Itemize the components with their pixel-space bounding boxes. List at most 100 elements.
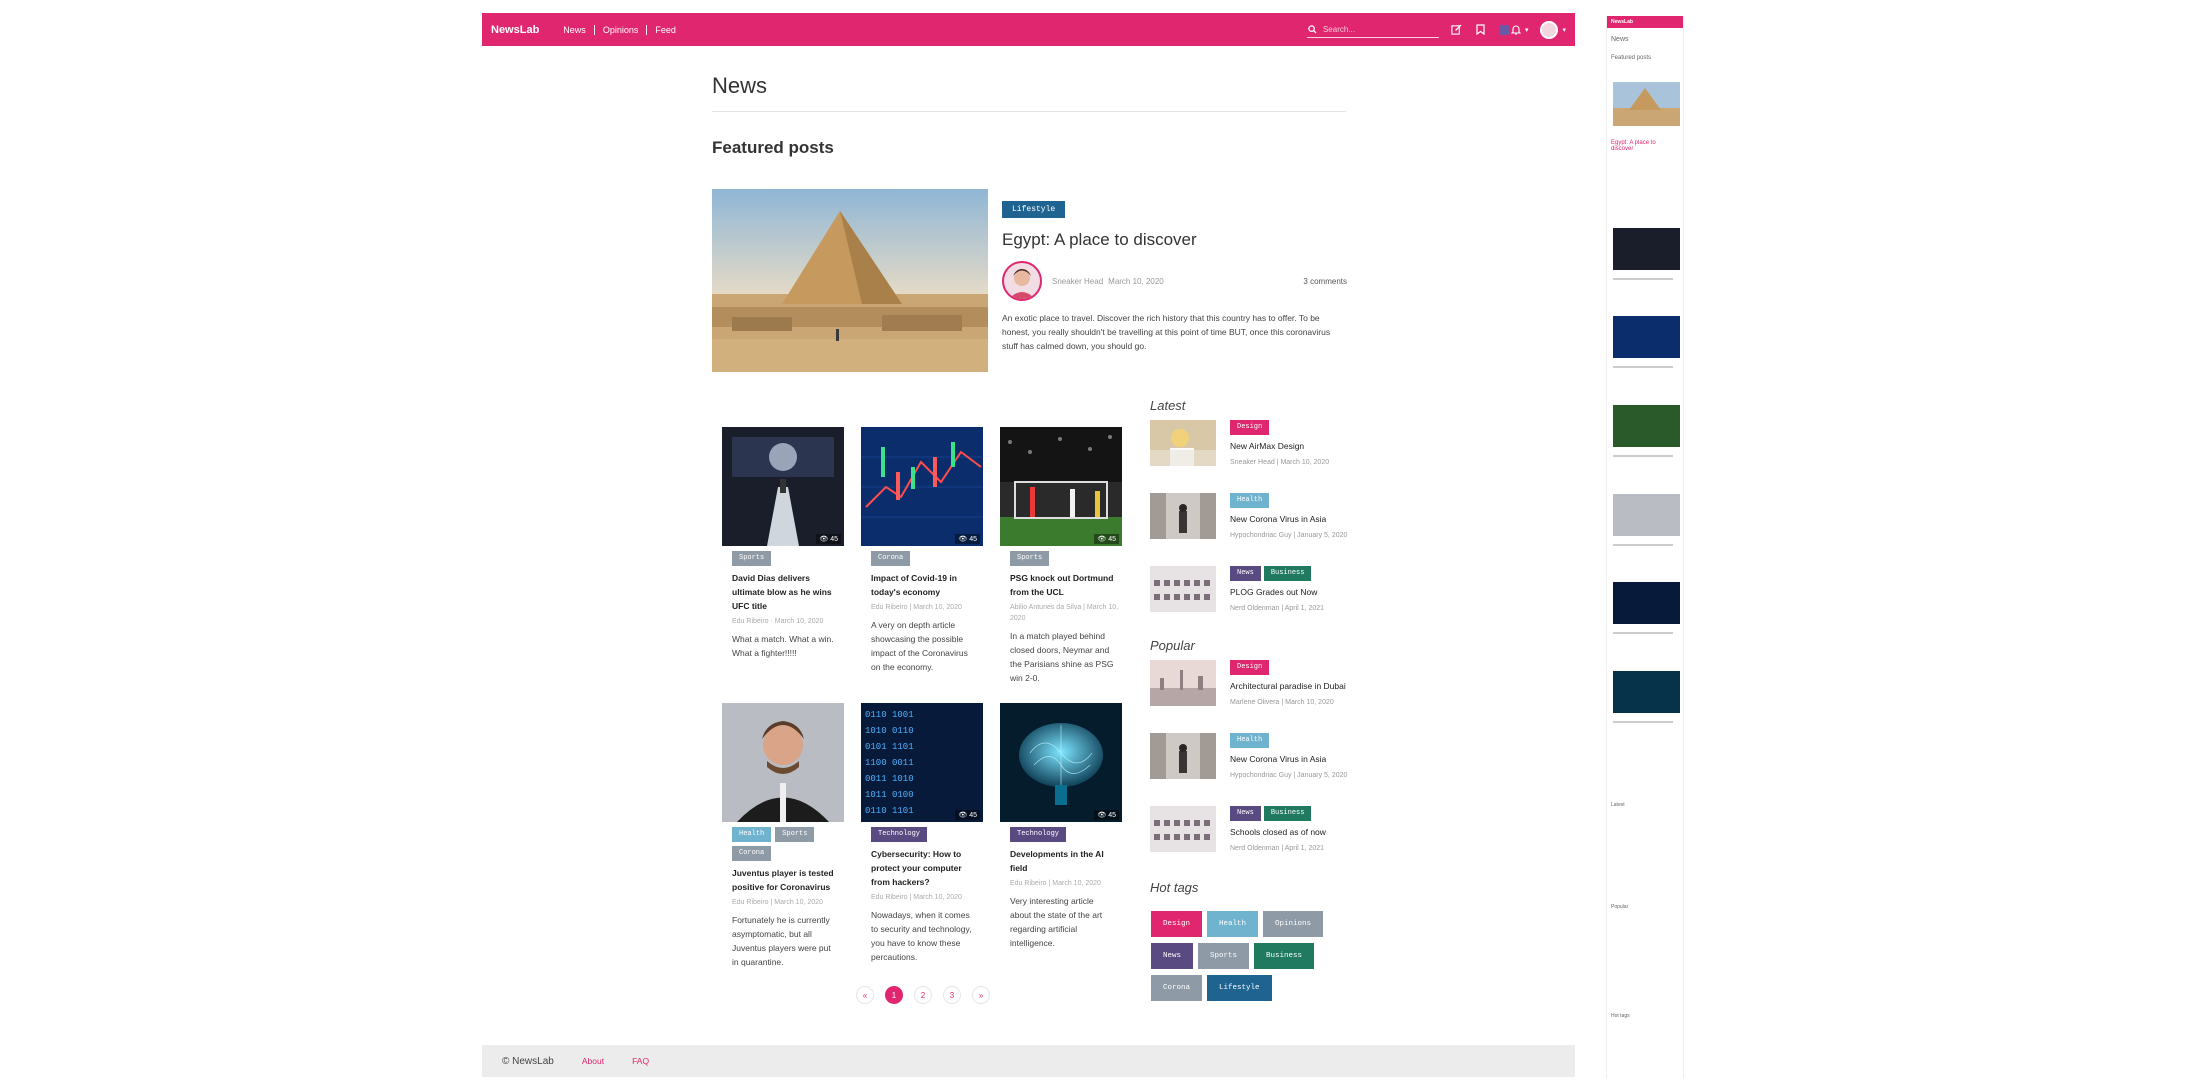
article-meta: Edu Ribeiro | March 10, 2020 [871,604,962,611]
tag-news[interactable]: News [1230,806,1261,821]
article-image[interactable]: 👁 45 [722,427,844,546]
article-title[interactable]: PSG knock out Dortmund from the UCL [1000,571,1122,599]
tag-sports[interactable]: Sports [1010,551,1050,566]
search-input[interactable] [1322,24,1435,34]
tag-corona[interactable]: Corona [871,551,911,566]
hot-tags-heading: Hot tags [1150,880,1199,895]
article-card[interactable]: 👁 45 Sports David Dias delivers ultimate… [722,427,844,660]
avatar [1540,20,1559,39]
tag-design[interactable]: Design [1230,420,1270,435]
article-tags: Health Sports Corona [722,827,844,861]
nav-link-feed[interactable]: Feed [647,25,684,35]
preview-text-line [1613,632,1673,634]
views-count: 👁 45 [816,534,841,544]
tag-sports[interactable]: Sports [732,551,772,566]
svg-text:0101 1101: 0101 1101 [865,742,914,752]
featured-author[interactable]: Sneaker Head [1052,277,1103,286]
pagination-page-3[interactable]: 3 [943,986,961,1004]
article-card[interactable]: 0110 1001 1010 0110 0101 1101 1100 0011 0011… [861,703,983,964]
svg-text:1011 0100: 1011 0100 [865,790,914,800]
footer-copyright: © NewsLab [502,1055,554,1067]
popular-title[interactable]: Architectural paradise in Dubai [1230,680,1346,693]
pagination-prev[interactable]: « [856,986,874,1004]
hot-tag-business[interactable]: Business [1254,943,1315,969]
brand-logo[interactable]: NewsLab [491,24,539,36]
pagination-page-1[interactable]: 1 [885,986,903,1004]
article-card[interactable]: 👁 45 Technology Developments in the AI f… [1000,703,1122,950]
preview-article-image [1613,582,1680,624]
author-avatar[interactable] [1002,261,1042,301]
tag-sports[interactable]: Sports [775,827,815,842]
tag-health[interactable]: Health [1230,493,1270,508]
tag-technology[interactable]: Technology [1010,827,1067,842]
hot-tag-sports[interactable]: Sports [1198,943,1250,969]
tag-corona[interactable]: Corona [732,846,772,861]
article-title[interactable]: Developments in the AI field [1000,847,1122,875]
latest-item[interactable]: Design New AirMax Design Sneaker Head | … [1150,420,1350,468]
popular-thumb[interactable] [1150,660,1216,706]
tag-lifestyle[interactable]: Lifestyle [1002,201,1066,218]
article-image[interactable]: 👁 45 [1000,703,1122,822]
article-image[interactable]: 0110 1001 1010 0110 0101 1101 1100 0011 0011… [861,703,983,822]
article-meta: Edu Ribeiro | March 10, 2020 [732,899,823,906]
article-image[interactable] [722,703,844,822]
featured-image[interactable] [712,189,988,372]
user-menu[interactable]: ▾ [1540,20,1566,39]
popular-item[interactable]: Design Architectural paradise in Dubai M… [1150,660,1350,708]
article-title[interactable]: David Dias delivers ultimate blow as he … [722,571,844,613]
edit-icon[interactable] [1451,24,1463,36]
tag-news[interactable]: News [1230,566,1261,581]
pagination-page-2[interactable]: 2 [914,986,932,1004]
featured-title[interactable]: Egypt: A place to discover [1002,230,1347,250]
hot-tag-lifestyle[interactable]: Lifestyle [1207,975,1272,1001]
article-card[interactable]: 👁 45 Sports PSG knock out Dortmund from … [1000,427,1122,685]
article-card[interactable]: 👁 45 Corona Impact of Covid-19 in today'… [861,427,983,674]
popular-item[interactable]: News Business Schools closed as of now N… [1150,806,1350,854]
article-title[interactable]: Juventus player is tested positive for C… [722,866,844,894]
article-image[interactable]: 👁 45 [1000,427,1122,546]
nav-link-opinions[interactable]: Opinions [595,24,648,35]
popular-title[interactable]: New Corona Virus in Asia [1230,753,1347,766]
footer-link-about[interactable]: About [582,1056,604,1066]
popular-thumb[interactable] [1150,806,1216,852]
hot-tag-news[interactable]: News [1151,943,1194,969]
latest-thumb[interactable] [1150,493,1216,539]
comments-count[interactable]: 3 comments [1303,277,1347,286]
footer-link-faq[interactable]: FAQ [632,1056,649,1066]
latest-item[interactable]: Health New Corona Virus in Asia Hypochon… [1150,493,1350,541]
tag-health[interactable]: Health [1230,733,1270,748]
article-title[interactable]: Impact of Covid-19 in today's economy [861,571,983,599]
latest-thumb[interactable] [1150,420,1216,466]
tag-health[interactable]: Health [732,827,772,842]
article-image[interactable]: 👁 45 [861,427,983,546]
article-card[interactable]: Health Sports Corona Juventus player is … [722,703,844,969]
page-preview-thumbnail[interactable]: NewsLab News Featured posts Egypt: A pla… [1606,16,1684,1078]
pagination-next[interactable]: » [972,986,990,1004]
latest-title[interactable]: New Corona Virus in Asia [1230,513,1347,526]
hot-tag-health[interactable]: Health [1207,911,1259,937]
nav-link-news[interactable]: News [555,24,595,35]
tag-design[interactable]: Design [1230,660,1270,675]
search-icon[interactable] [1307,23,1319,35]
hot-tag-design[interactable]: Design [1151,911,1203,937]
notifications-menu[interactable]: ▾ [1498,24,1528,35]
preview-text-line [1613,544,1673,546]
hot-tag-opinions[interactable]: Opinions [1263,911,1324,937]
featured-heading: Featured posts [712,138,834,157]
popular-item[interactable]: Health New Corona Virus in Asia Hypochon… [1150,733,1350,781]
hot-tag-corona[interactable]: Corona [1151,975,1203,1001]
tag-technology[interactable]: Technology [871,827,928,842]
bookmark-icon[interactable] [1475,24,1487,36]
article-tags: Sports [722,551,844,566]
latest-thumb[interactable] [1150,566,1216,612]
latest-title[interactable]: New AirMax Design [1230,440,1329,453]
latest-item[interactable]: News Business PLOG Grades out Now Nerd O… [1150,566,1350,614]
tag-business[interactable]: Business [1263,806,1312,821]
popular-thumb[interactable] [1150,733,1216,779]
nav-actions: ▾ ▾ [1306,20,1566,39]
views-count: 👁 45 [955,534,980,544]
tag-business[interactable]: Business [1263,566,1312,581]
article-title[interactable]: Cybersecurity: How to protect your compu… [861,847,983,889]
popular-title[interactable]: Schools closed as of now [1230,826,1326,839]
latest-title[interactable]: PLOG Grades out Now [1230,586,1324,599]
